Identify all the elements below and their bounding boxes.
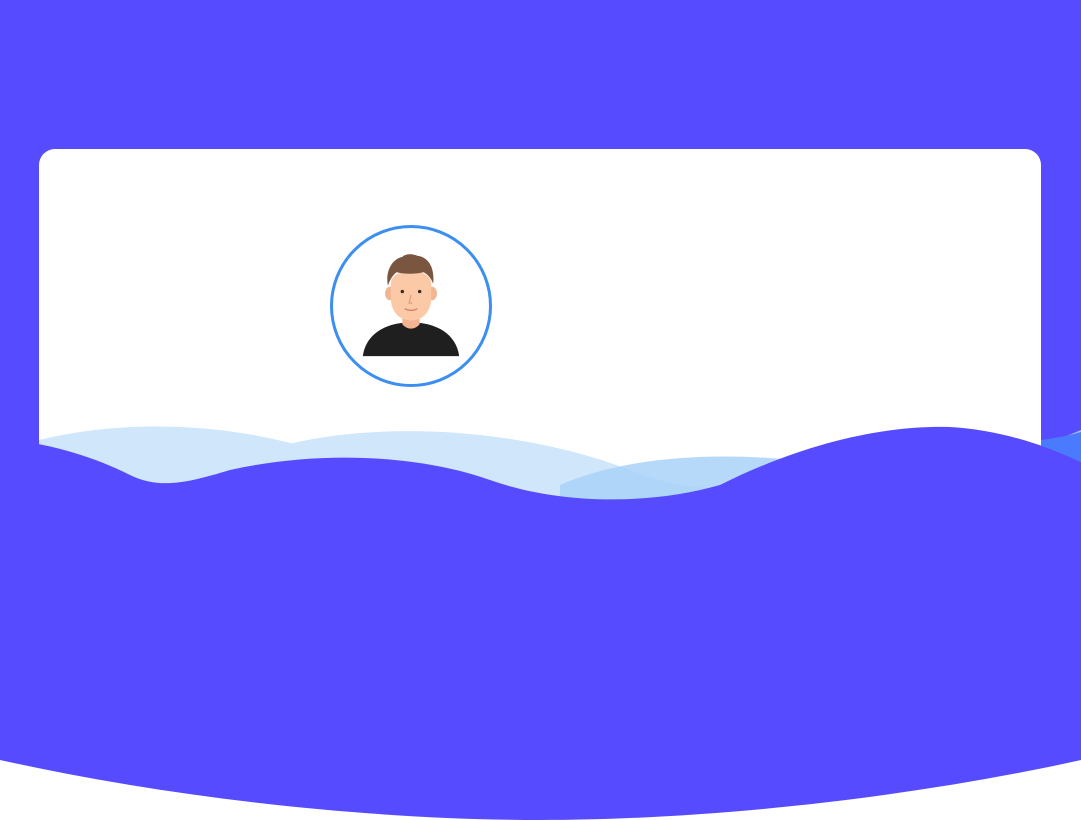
- background-decoration: [0, 0, 1081, 820]
- profile-avatar[interactable]: [330, 225, 492, 387]
- user-avatar-icon: [362, 254, 460, 357]
- profile-screen: [0, 0, 1081, 820]
